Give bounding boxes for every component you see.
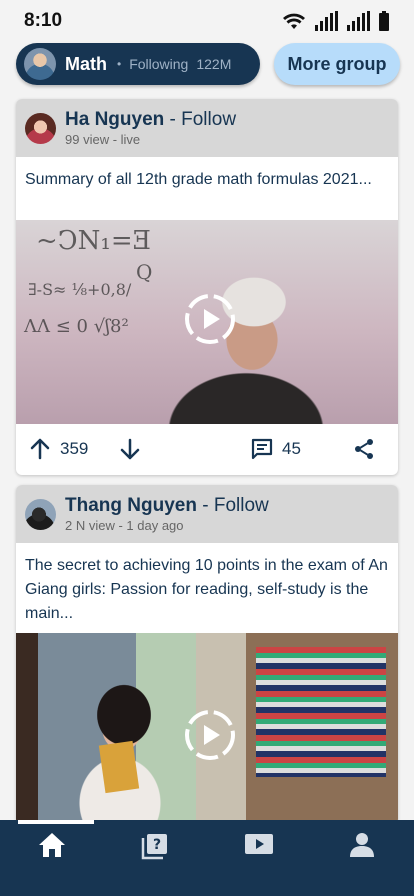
formula-decoration: ∃-S≈ ¹⁄₈+0,8/	[28, 280, 132, 299]
separator-dot: •	[117, 57, 122, 71]
battery-icon	[379, 11, 389, 31]
formula-decoration: ΛΛ ≤ 0 √ʃ8²	[24, 316, 129, 337]
video-icon	[244, 834, 273, 854]
post-author-block: Ha Nguyen - Follow 99 view - live	[65, 109, 236, 147]
downvote-button[interactable]	[118, 437, 248, 461]
play-circle-icon	[185, 710, 235, 760]
following-label: Following	[129, 56, 189, 72]
post-text[interactable]: Summary of all 12th grade math formulas …	[16, 157, 398, 220]
upvote-count: 359	[60, 439, 89, 458]
post-meta: 99 view - live	[65, 132, 141, 147]
nav-questions[interactable]: ?	[115, 832, 195, 860]
nav-profile[interactable]	[322, 832, 402, 858]
question-book-icon: ?	[142, 834, 168, 860]
status-time: 8:10	[24, 10, 63, 31]
share-icon	[355, 439, 373, 459]
upvote-button[interactable]: 359	[28, 437, 118, 461]
signal-icon-secondary	[347, 11, 370, 31]
post-header: Ha Nguyen - Follow 99 view - live	[16, 99, 398, 157]
play-button[interactable]	[184, 709, 236, 761]
avatar[interactable]	[25, 498, 56, 530]
comment-icon	[251, 438, 273, 460]
profile-icon	[350, 833, 375, 857]
group-name: Math	[65, 53, 107, 74]
share-button[interactable]	[352, 437, 376, 461]
group-header: Math • Following 122M More group	[16, 43, 400, 85]
play-button[interactable]	[184, 293, 236, 345]
follow-link[interactable]: - Follow	[170, 109, 237, 130]
post-card: Ha Nguyen - Follow 99 view - live Summar…	[16, 99, 398, 475]
post-author[interactable]: Ha Nguyen	[65, 109, 164, 130]
nav-home[interactable]	[12, 820, 94, 858]
nav-active-indicator	[17, 820, 94, 824]
action-bar: 359 45	[16, 423, 398, 475]
post-image[interactable]	[16, 633, 398, 823]
post-text[interactable]: The secret to achieving 10 points in the…	[16, 543, 398, 626]
group-pill[interactable]: Math • Following 122M	[16, 43, 260, 85]
formula-decoration: ~ϽN₁=Ǝ	[36, 226, 152, 256]
post-author[interactable]: Thang Nguyen	[65, 495, 197, 516]
bottom-nav: ?	[0, 820, 414, 896]
book-decoration	[98, 740, 140, 794]
more-group-button[interactable]: More group	[274, 43, 400, 85]
status-bar: 8:10	[0, 0, 414, 42]
play-circle-icon	[185, 294, 235, 344]
post-author-line: Ha Nguyen - Follow	[65, 109, 236, 131]
follow-link[interactable]: - Follow	[202, 495, 269, 516]
wifi-icon	[283, 13, 305, 29]
avatar[interactable]	[25, 112, 56, 144]
arrow-up-icon	[30, 438, 50, 460]
svg-text:?: ?	[153, 837, 161, 853]
status-icons	[282, 11, 390, 31]
home-icon	[38, 833, 65, 857]
post-card: Thang Nguyen - Follow 2 N view - 1 day a…	[16, 485, 398, 825]
post-author-line: Thang Nguyen - Follow	[65, 495, 269, 517]
comment-count: 45	[282, 439, 301, 458]
arrow-down-icon	[120, 438, 140, 460]
comments-button[interactable]: 45	[250, 437, 350, 461]
following-count: 122M	[196, 56, 232, 72]
group-avatar	[24, 48, 56, 80]
post-meta: 2 N view - 1 day ago	[65, 518, 184, 533]
signal-icon	[315, 11, 338, 31]
bookshelf-decoration	[256, 647, 386, 777]
formula-decoration: Q	[136, 260, 153, 284]
post-header: Thang Nguyen - Follow 2 N view - 1 day a…	[16, 485, 398, 543]
post-author-block: Thang Nguyen - Follow 2 N view - 1 day a…	[65, 495, 269, 533]
nav-videos[interactable]	[219, 832, 299, 856]
post-image[interactable]: ~ϽN₁=Ǝ ∃-S≈ ¹⁄₈+0,8/ ΛΛ ≤ 0 √ʃ8² Q	[16, 220, 398, 424]
